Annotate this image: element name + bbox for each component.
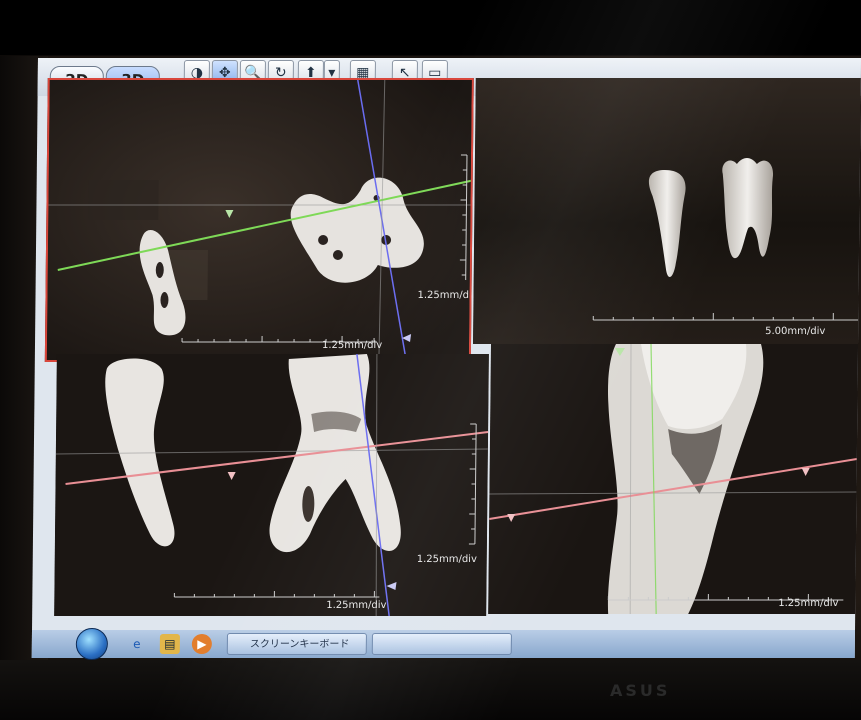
media-player-icon[interactable]: ▶ [191, 634, 212, 654]
sagittal-slice-image [488, 344, 859, 614]
folder-icon[interactable]: ▤ [159, 634, 180, 654]
axial-scale-right: 1.25mm/div [417, 290, 474, 301]
taskbar-viewer-app[interactable] [371, 633, 512, 655]
monitor-bezel-bottom [0, 660, 861, 720]
axial-slice-image [46, 80, 474, 362]
coronal-scale-bottom: 1.25mm/div [326, 600, 387, 611]
sagittal-view[interactable]: 1.25mm/div [488, 344, 859, 614]
sagittal-scale: 1.25mm/div [778, 598, 839, 609]
axial-scale-bottom: 1.25mm/div [321, 340, 383, 351]
screen: 2D 3D ◑ ✥ 🔍 ↻ ⬆ ▾ ▦ ↖ ▭ [31, 58, 861, 660]
axial-view[interactable]: 1.25mm/div 1.25mm/div [44, 78, 474, 362]
render3d-scale: 5.00mm/div [765, 326, 826, 337]
taskbar-screen-keyboard[interactable]: スクリーンキーボード [226, 633, 367, 655]
photo-background: ASUS 2D 3D ◑ ✥ 🔍 ↻ ⬆ ▾ ▦ ↖ ▭ [0, 0, 861, 720]
render-3d-view[interactable]: 5.00mm/div [473, 78, 861, 344]
3d-teeth-render [473, 78, 861, 344]
coronal-view[interactable]: 1.25mm/div 1.25mm/div [54, 354, 489, 616]
start-button[interactable] [75, 628, 109, 660]
coronal-scale-right: 1.25mm/div [416, 554, 477, 565]
coronal-slice-image [54, 354, 489, 616]
monitor-brand-logo: ASUS [610, 681, 671, 700]
ie-icon[interactable]: e [127, 634, 147, 654]
windows-taskbar: e ▤ ▶ スクリーンキーボード [31, 628, 856, 660]
